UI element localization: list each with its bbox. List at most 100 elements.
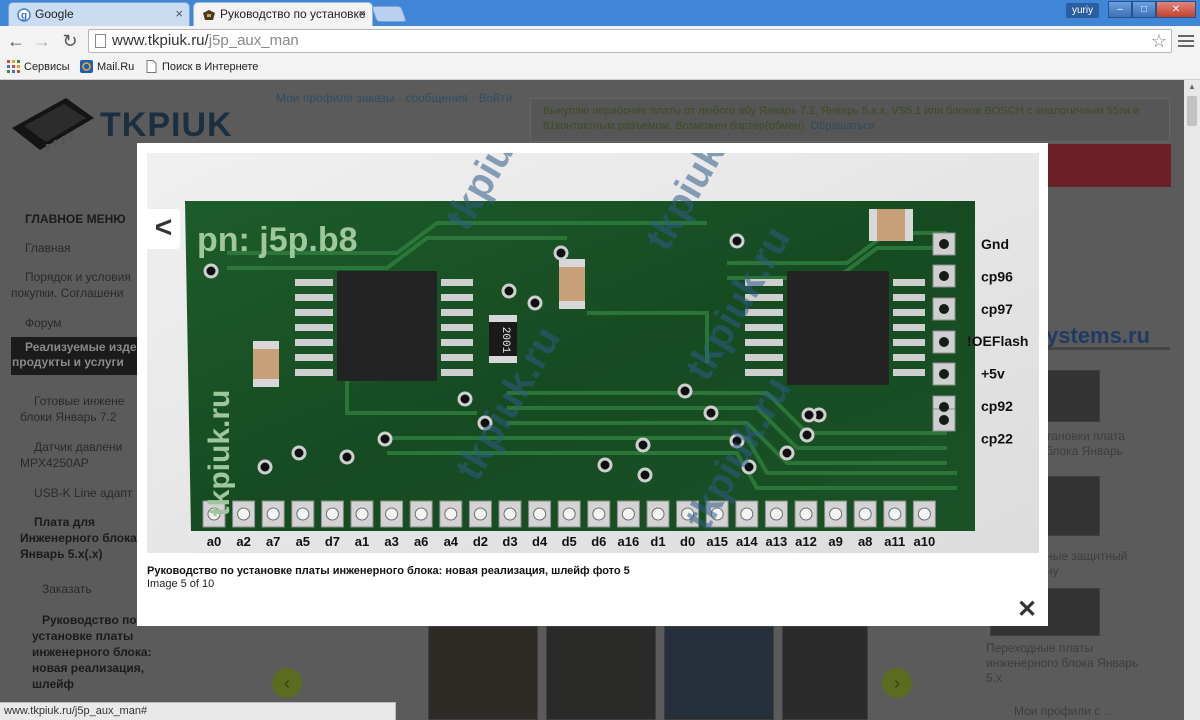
pin-label: cp96	[981, 268, 1013, 284]
red-banner[interactable]	[1046, 144, 1171, 187]
menu-item-products[interactable]: Реализуемые изде продукты и услуги	[11, 337, 151, 375]
logo-chip-icon	[12, 98, 94, 152]
tab-close-icon[interactable]: ×	[358, 3, 366, 25]
tab-title: Google	[35, 7, 74, 21]
board-side-label: tkpiuk.ru	[203, 390, 236, 517]
scroll-up-arrow-icon[interactable]: ▲	[1184, 80, 1200, 94]
gallery-thumbnail[interactable]	[782, 626, 868, 720]
menu-item-terms-cont[interactable]: покупки. Соглашени	[11, 286, 123, 301]
connector-hole	[740, 507, 754, 521]
menu-heading: ГЛАВНОЕ МЕНЮ	[25, 212, 126, 226]
submenu-item-manual-cont2[interactable]: инженерного блока:	[32, 645, 152, 660]
menu-item-terms[interactable]: Порядок и условия	[25, 270, 131, 285]
pin-label: cp97	[981, 301, 1013, 317]
submenu-item-manual-cont1[interactable]: установке платы	[32, 629, 133, 644]
product-caption[interactable]: Переходные платы инженерного блока Январь…	[986, 641, 1138, 686]
connector-hole	[799, 507, 813, 521]
pin-label: cp22	[981, 430, 1013, 446]
maximize-button[interactable]: □	[1132, 1, 1156, 18]
pin-label: cp92	[981, 398, 1013, 414]
pin-label: a11	[884, 534, 905, 549]
pin-label: a7	[266, 534, 280, 549]
bookmark-star-icon[interactable]: ☆	[1151, 30, 1167, 52]
submenu-item-board-cont2[interactable]: Январь 5.х(.х)	[20, 547, 103, 562]
browser-toolbar: ← → ↻ www.tkpiuk.ru/j5p_aux_man ☆	[0, 26, 1200, 56]
lightbox-close-button[interactable]: ✕	[1017, 598, 1037, 622]
product-caption[interactable]: ные защитный ну	[1046, 549, 1127, 579]
user-profile-badge[interactable]: yuriy	[1066, 3, 1100, 18]
address-bar[interactable]: www.tkpiuk.ru/j5p_aux_man ☆	[88, 29, 1172, 53]
pin-label: a10	[914, 534, 936, 549]
menu-item-forum[interactable]: Форум	[25, 316, 61, 331]
pin-label: a8	[858, 534, 872, 549]
lightbox-prev-button[interactable]: <	[147, 209, 180, 249]
pin-label: a6	[414, 534, 428, 549]
tab-active-page[interactable]: Руководство по установке ×	[193, 2, 373, 26]
close-window-button[interactable]: ✕	[1156, 1, 1196, 18]
gallery-next-button[interactable]: ›	[882, 668, 912, 698]
connector-hole	[651, 507, 665, 521]
tab-title: Руководство по установке	[220, 7, 366, 21]
profile-link[interactable]: Мои профили с ...	[1014, 704, 1114, 719]
right-ad-underline	[1046, 347, 1170, 350]
menu-item-products-line2: продукты и услуги	[12, 355, 124, 369]
submenu-item-manual-cont3[interactable]: новая реализация,	[32, 661, 144, 676]
forward-arrow-icon[interactable]: →	[31, 30, 53, 52]
pin-label: a3	[384, 534, 398, 549]
menu-item-home[interactable]: Главная	[25, 241, 71, 256]
pin-label: Gnd	[981, 236, 1009, 252]
submenu-item-manual-cont4[interactable]: шлейф	[32, 677, 74, 692]
pin-label: a1	[355, 534, 369, 549]
pin-label: d6	[591, 534, 606, 549]
connector-hole	[444, 507, 458, 521]
minimize-button[interactable]: –	[1108, 1, 1132, 18]
pin-label: a13	[766, 534, 788, 549]
new-tab-button[interactable]	[371, 6, 407, 22]
tab-close-icon[interactable]: ×	[175, 3, 183, 25]
google-icon: g	[17, 8, 31, 22]
bookmark-search[interactable]: Поиск в Интернете	[145, 56, 258, 80]
page-scrollbar[interactable]: ▲	[1184, 80, 1200, 720]
product-thumbnail[interactable]	[1046, 476, 1100, 536]
pin-label: a16	[618, 534, 640, 549]
back-arrow-icon[interactable]: ←	[5, 30, 27, 52]
bookmarks-bar: Сервисы Mail.Ru Поиск в Интернете	[0, 56, 1200, 80]
reload-icon[interactable]: ↻	[59, 30, 81, 52]
submenu-item-sensor[interactable]: Датчик давлени	[34, 440, 122, 455]
connector-hole	[325, 507, 339, 521]
gallery-thumbnail[interactable]	[664, 626, 774, 720]
document-icon	[146, 60, 157, 73]
connector-hole	[621, 507, 635, 521]
top-links[interactable]: Мои профили заказы · сообщения · Войти	[276, 90, 516, 106]
submenu-item-board[interactable]: Плата для	[34, 515, 95, 530]
hamburger-menu-icon[interactable]	[1178, 32, 1194, 50]
connector-hole	[414, 507, 428, 521]
bookmark-mailru[interactable]: Mail.Ru	[80, 56, 134, 80]
board-marking: pn: j5p.b8	[197, 221, 358, 259]
right-ad-banner[interactable]: ystems.ru	[1046, 323, 1150, 349]
svg-text:g: g	[21, 11, 27, 22]
scroll-thumb[interactable]	[1187, 96, 1197, 126]
tab-google[interactable]: g Google ×	[8, 2, 190, 26]
site-logo[interactable]: TKPIUK	[100, 106, 233, 145]
gallery-thumbnail[interactable]	[546, 626, 656, 720]
gallery-prev-button[interactable]: ‹	[272, 668, 302, 698]
page-icon	[95, 34, 106, 48]
submenu-item-usb[interactable]: USB-K Line адапт	[34, 486, 132, 501]
product-thumbnail[interactable]	[1046, 370, 1100, 422]
promo-link[interactable]: Обращаться	[810, 120, 874, 132]
submenu-item-board-cont1[interactable]: Инженерного блока	[20, 531, 137, 546]
submenu-item-order[interactable]: Заказать	[42, 582, 92, 597]
pin-label: d1	[650, 534, 665, 549]
submenu-item-blocks-cont[interactable]: блоки Январь 7.2	[20, 410, 117, 425]
bookmark-services[interactable]: Сервисы	[7, 56, 70, 80]
submenu-item-manual[interactable]: Руководство по	[42, 613, 137, 628]
pin-label: a14	[736, 534, 758, 549]
connector-hole	[562, 507, 576, 521]
menu-item-products-line1: Реализуемые изде	[25, 340, 137, 354]
submenu-item-sensor-cont[interactable]: MPX4250AP	[20, 456, 89, 471]
lightbox-photo[interactable]: 2001 pn: j5p.b8 tkpiuk.ru tkpiuk.ru tkpi…	[147, 153, 1039, 553]
gallery-thumbnail[interactable]	[428, 626, 538, 720]
submenu-item-blocks[interactable]: Готовые инжене	[34, 394, 124, 409]
product-caption[interactable]: тановки плата блока Январь	[1046, 429, 1125, 459]
